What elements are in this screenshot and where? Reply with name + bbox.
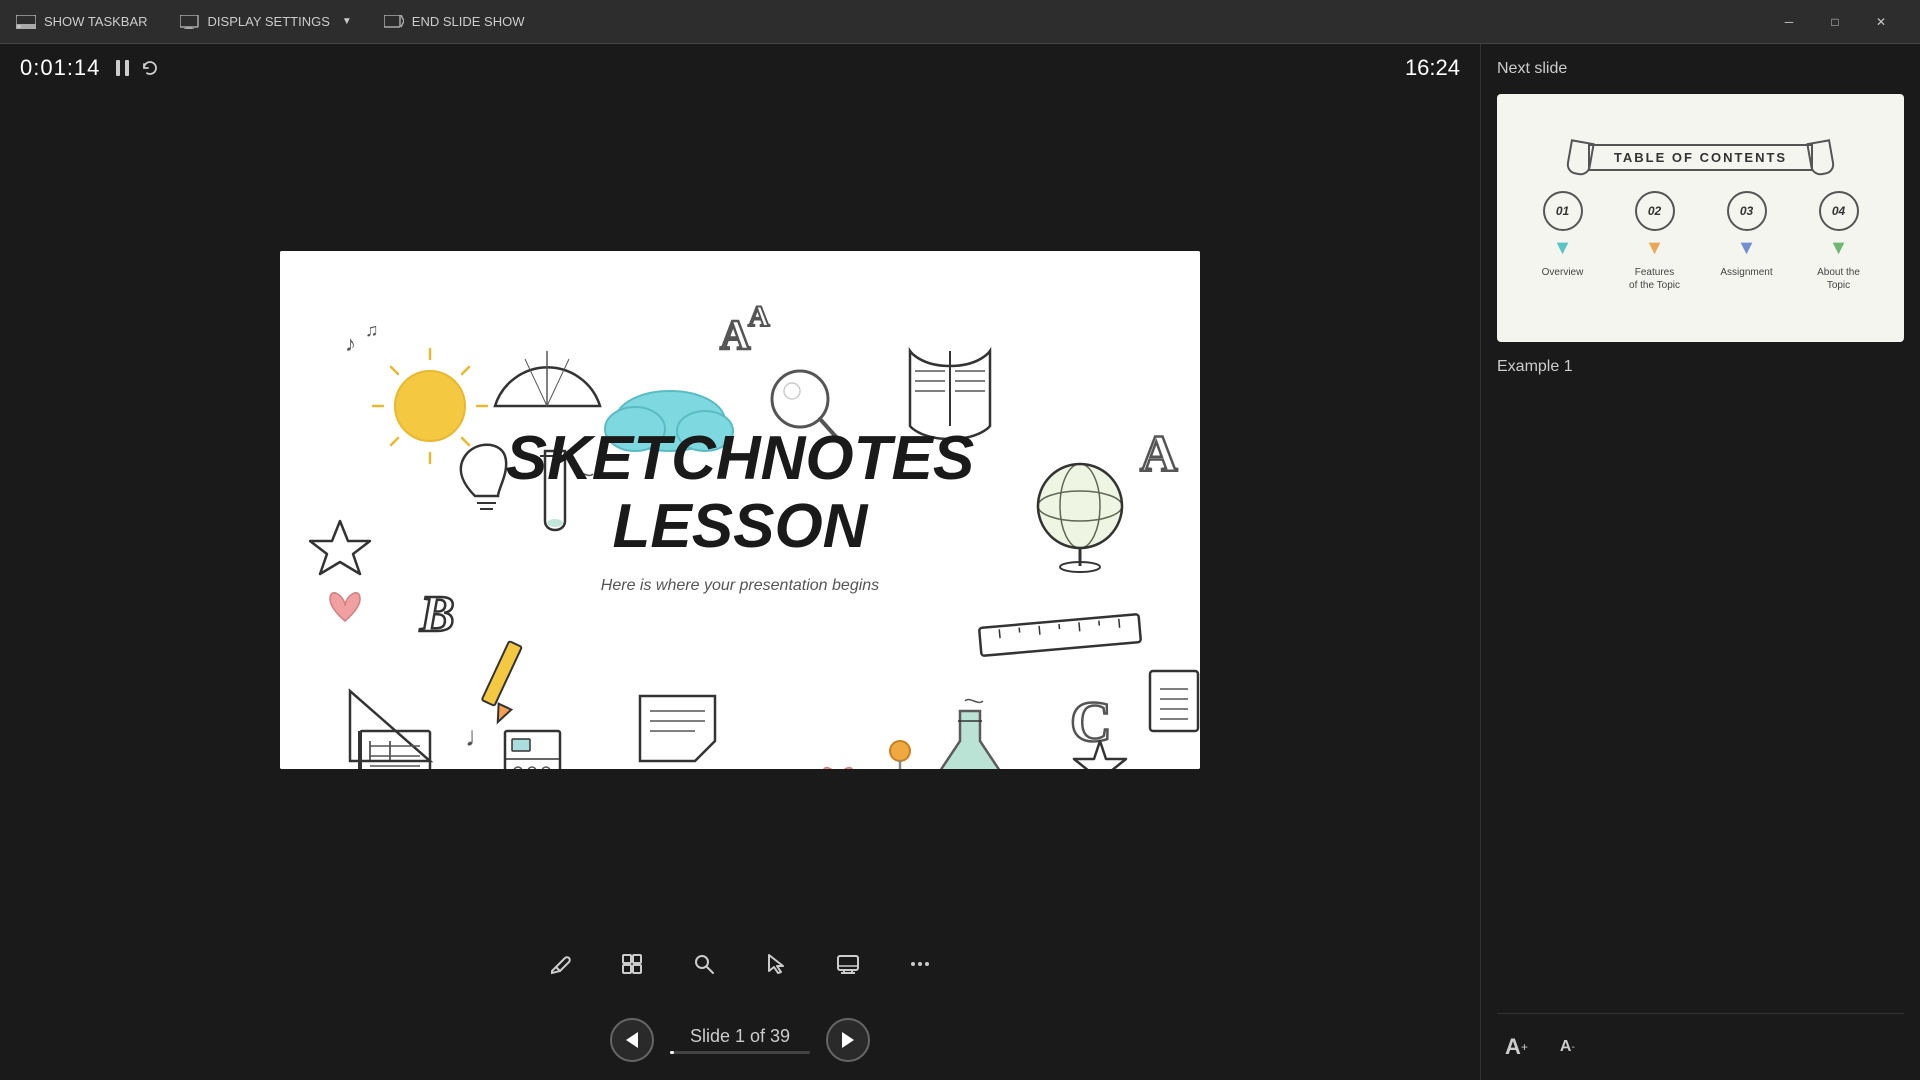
- next-slide-label: Next slide: [1497, 60, 1904, 78]
- pointer-tool-button[interactable]: [752, 940, 800, 988]
- example-label: Example 1: [1497, 358, 1904, 376]
- more-options-button[interactable]: [896, 940, 944, 988]
- svg-text:♩: ♩: [465, 721, 493, 752]
- display-settings-label: DISPLAY SETTINGS: [208, 14, 330, 29]
- slide-content: B ♪ ♫ ♩ A: [280, 251, 1200, 769]
- toc-label-2: Featuresof the Topic: [1629, 266, 1680, 292]
- increase-font-button[interactable]: A+: [1497, 1030, 1536, 1064]
- pause-button[interactable]: [116, 60, 130, 76]
- taskbar-icon: [16, 14, 36, 30]
- svg-text:B: B: [419, 586, 455, 643]
- window-controls: ─ □ ✕: [1766, 0, 1904, 44]
- show-taskbar-label: SHOW TASKBAR: [44, 14, 148, 29]
- timer-controls: [116, 60, 158, 76]
- slide-subtitle: Here is where your presentation begins: [506, 577, 974, 595]
- toc-item-about: 04 ▼ About theTopic: [1803, 191, 1875, 292]
- nav-area: Slide 1 of 39: [670, 1026, 810, 1054]
- slide-frame: B ♪ ♫ ♩ A: [280, 251, 1200, 769]
- show-taskbar-button[interactable]: SHOW TASKBAR: [16, 14, 148, 30]
- timer-bar: 0:01:14 16:24: [0, 44, 1480, 92]
- close-button[interactable]: ✕: [1858, 0, 1904, 44]
- decrease-font-button[interactable]: A-: [1552, 1030, 1583, 1064]
- toc-num-4: 04: [1819, 191, 1859, 231]
- svg-text:♪: ♪: [345, 331, 356, 356]
- next-slide-preview: TABLE OF CONTENTS 01 ▼ Overview 02 ▼ Fea…: [1497, 94, 1904, 342]
- toc-icon-2: ▼: [1645, 237, 1665, 260]
- toc-icon-4: ▼: [1829, 237, 1849, 260]
- toc-item-assignment: 03 ▼ Assignment: [1711, 191, 1783, 292]
- slide-progress-bar: [670, 1051, 810, 1054]
- toc-icon-3: ▼: [1737, 237, 1757, 260]
- toc-num-2: 02: [1635, 191, 1675, 231]
- zoom-tool-button[interactable]: [680, 940, 728, 988]
- slide-panel: 0:01:14 16:24: [0, 44, 1480, 1080]
- clock-display: 16:24: [1405, 55, 1460, 81]
- slide-main-title-line1: SKETCHNOTES: [506, 425, 974, 493]
- svg-text:A: A: [748, 300, 770, 333]
- slide-title-group: SKETCHNOTES LESSON Here is where your pr…: [506, 425, 974, 595]
- dropdown-arrow-icon: ▼: [342, 16, 352, 27]
- slide-progress-fill: [670, 1051, 674, 1054]
- end-slideshow-icon: [384, 14, 404, 30]
- toc-item-features: 02 ▼ Featuresof the Topic: [1619, 191, 1691, 292]
- toc-icon-1: ▼: [1553, 237, 1573, 260]
- nav-bar: Slide 1 of 39: [0, 1000, 1480, 1080]
- toc-label-3: Assignment: [1720, 266, 1772, 279]
- toc-num-1: 01: [1543, 191, 1583, 231]
- svg-text:A: A: [1140, 426, 1178, 483]
- toc-items: 01 ▼ Overview 02 ▼ Featuresof the Topic …: [1527, 191, 1875, 292]
- elapsed-timer: 0:01:14: [20, 55, 100, 81]
- slide-toolbar: [0, 928, 1480, 1000]
- grid-tool-button[interactable]: [608, 940, 656, 988]
- slide-container: B ♪ ♫ ♩ A: [0, 92, 1480, 928]
- reset-button[interactable]: [142, 60, 158, 76]
- display-tool-button[interactable]: [824, 940, 872, 988]
- svg-text:A: A: [720, 313, 751, 359]
- toc-label-4: About theTopic: [1817, 266, 1860, 292]
- minimize-button[interactable]: ─: [1766, 0, 1812, 44]
- svg-text:♫: ♫: [365, 320, 379, 340]
- prev-slide-button[interactable]: [610, 1018, 654, 1062]
- font-controls: A+ A-: [1497, 1013, 1904, 1064]
- toc-label-1: Overview: [1542, 266, 1584, 279]
- display-settings-button[interactable]: DISPLAY SETTINGS ▼: [180, 14, 352, 30]
- display-settings-icon: [180, 14, 200, 30]
- svg-text:C: C: [1070, 689, 1112, 754]
- toc-title: TABLE OF CONTENTS: [1588, 144, 1813, 171]
- pen-tool-button[interactable]: [536, 940, 584, 988]
- right-panel: Next slide TABLE OF CONTENTS 01 ▼ Overvi…: [1480, 44, 1920, 1080]
- slide-indicator: Slide 1 of 39: [670, 1026, 810, 1047]
- toc-num-3: 03: [1727, 191, 1767, 231]
- main-layout: 0:01:14 16:24: [0, 44, 1920, 1080]
- slide-main-title-line2: LESSON: [506, 493, 974, 561]
- top-bar: SHOW TASKBAR DISPLAY SETTINGS ▼ END SLID…: [0, 0, 1920, 44]
- toc-item-overview: 01 ▼ Overview: [1527, 191, 1599, 292]
- toc-preview: TABLE OF CONTENTS 01 ▼ Overview 02 ▼ Fea…: [1497, 94, 1904, 342]
- end-slideshow-button[interactable]: END SLIDE SHOW: [384, 14, 525, 30]
- maximize-button[interactable]: □: [1812, 0, 1858, 44]
- end-slideshow-label: END SLIDE SHOW: [412, 14, 525, 29]
- next-slide-button[interactable]: [826, 1018, 870, 1062]
